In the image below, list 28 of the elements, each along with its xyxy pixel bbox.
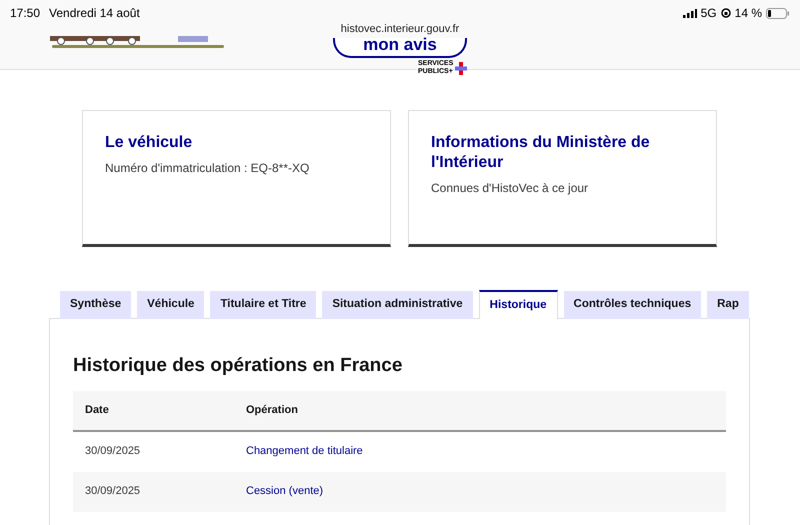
status-date: Vendredi 14 août — [49, 5, 140, 22]
column-header: Opération — [246, 402, 298, 418]
operation-link[interactable]: Changement de titulaire — [246, 443, 363, 460]
card-text: Connues d'HistoVec à ce jour — [431, 180, 590, 197]
tab[interactable]: Véhicule — [137, 291, 204, 319]
feedback-button[interactable]: mon avis — [333, 38, 467, 58]
tab[interactable]: Synthèse — [60, 291, 132, 319]
tab[interactable]: Historique — [478, 290, 558, 319]
signal-icon — [682, 8, 697, 18]
status-time: 17:50 — [10, 5, 40, 22]
tab[interactable]: Contrôles techniques — [564, 291, 702, 319]
tab[interactable]: Situation administrative — [322, 291, 473, 319]
column-header: Date — [85, 402, 110, 418]
date-cell-text: 30/09/2025 — [85, 484, 142, 500]
card-title: Le véhicule — [105, 133, 194, 153]
tab[interactable]: Rap — [707, 291, 749, 319]
card-title: Informations du Ministère de l'Intérieur — [431, 133, 651, 173]
tab[interactable]: Titulaire et Titre — [210, 291, 316, 319]
battery-icon — [766, 8, 790, 18]
date-cell-text: 30/09/2025 — [85, 444, 142, 460]
operation-link[interactable]: Cession (vente) — [246, 483, 324, 500]
url-text: histovec.interieur.gouv.fr — [340, 23, 460, 35]
rotation-lock-icon — [720, 8, 731, 18]
battery-percent: 14 % — [734, 5, 762, 22]
section-title: Historique des opérations en France — [73, 354, 404, 378]
plus-logo-icon — [455, 62, 468, 74]
card-text: Numéro d'immatriculation : EQ-8**-XQ — [105, 160, 310, 177]
network-label: 5G — [700, 5, 717, 22]
